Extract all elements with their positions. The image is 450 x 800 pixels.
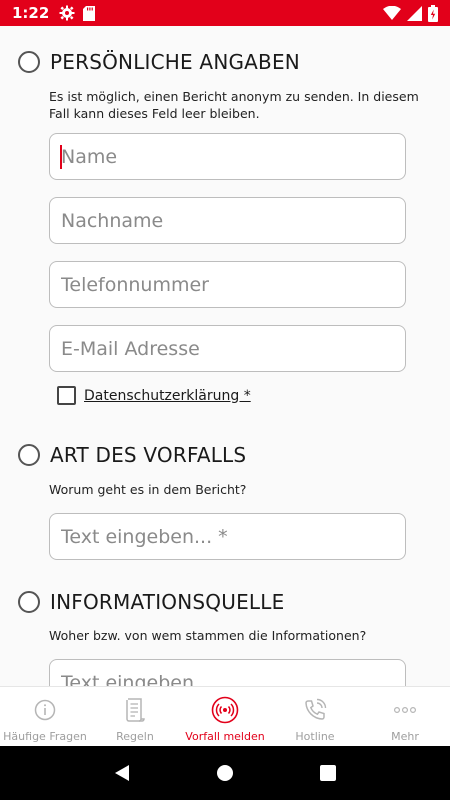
section-personal-radio[interactable] bbox=[18, 51, 40, 73]
bottom-tab-bar: Häufige Fragen Regeln Vorfall melden Hot… bbox=[0, 686, 450, 746]
source-input[interactable] bbox=[50, 660, 405, 686]
system-nav-bar bbox=[0, 746, 450, 800]
recents-icon[interactable] bbox=[308, 753, 348, 793]
report-broadcast-icon bbox=[211, 696, 239, 724]
tab-faq[interactable]: Häufige Fragen bbox=[0, 687, 90, 746]
home-icon[interactable] bbox=[205, 753, 245, 793]
signal-icon bbox=[407, 5, 422, 21]
tab-faq-label: Häufige Fragen bbox=[3, 730, 87, 743]
phone-field[interactable] bbox=[49, 261, 406, 308]
report-form[interactable]: PERSÖNLICHE ANGABEN Es ist möglich, eine… bbox=[0, 26, 450, 686]
tab-more[interactable]: Mehr bbox=[360, 687, 450, 746]
info-icon bbox=[34, 696, 56, 724]
sd-card-icon bbox=[83, 5, 96, 21]
battery-charging-icon bbox=[428, 4, 438, 22]
incident-type-field[interactable] bbox=[49, 513, 406, 560]
section-personal-description: Es ist möglich, einen Bericht anonym zu … bbox=[49, 89, 419, 121]
incident-type-input[interactable] bbox=[50, 514, 405, 559]
privacy-policy-link[interactable]: Datenschutzerklärung * bbox=[84, 388, 251, 404]
section-source-radio[interactable] bbox=[18, 591, 40, 613]
more-dots-icon bbox=[393, 696, 417, 724]
tab-hotline[interactable]: Hotline bbox=[270, 687, 360, 746]
rules-scroll-icon bbox=[124, 696, 146, 724]
section-personal-header[interactable]: PERSÖNLICHE ANGABEN bbox=[18, 50, 300, 74]
section-incident-type-header[interactable]: ART DES VORFALLS bbox=[18, 443, 246, 467]
section-incident-type-description: Worum geht es in dem Bericht? bbox=[49, 482, 247, 497]
last-name-input[interactable] bbox=[50, 198, 405, 243]
source-field[interactable] bbox=[49, 659, 406, 686]
phone-input[interactable] bbox=[50, 262, 405, 307]
section-source-description: Woher bzw. von wem stammen die Informati… bbox=[49, 628, 367, 643]
section-personal-title: PERSÖNLICHE ANGABEN bbox=[50, 50, 300, 74]
privacy-checkbox-row[interactable]: Datenschutzerklärung * bbox=[57, 386, 251, 405]
privacy-checkbox[interactable] bbox=[57, 386, 76, 405]
last-name-field[interactable] bbox=[49, 197, 406, 244]
tab-hotline-label: Hotline bbox=[295, 730, 335, 743]
section-source-title: INFORMATIONSQUELLE bbox=[50, 590, 285, 614]
tab-rules[interactable]: Regeln bbox=[90, 687, 180, 746]
first-name-field[interactable] bbox=[49, 133, 406, 180]
tab-report-incident-label: Vorfall melden bbox=[185, 730, 265, 743]
section-incident-type-radio[interactable] bbox=[18, 444, 40, 466]
email-input[interactable] bbox=[50, 326, 405, 371]
gear-icon bbox=[59, 5, 75, 21]
section-source-header[interactable]: INFORMATIONSQUELLE bbox=[18, 590, 284, 614]
wifi-icon bbox=[383, 6, 401, 20]
tab-rules-label: Regeln bbox=[116, 730, 154, 743]
section-incident-type-title: ART DES VORFALLS bbox=[50, 443, 247, 467]
status-time: 1:22 bbox=[12, 4, 50, 22]
first-name-input[interactable] bbox=[50, 134, 405, 179]
phone-icon bbox=[303, 696, 327, 724]
email-field[interactable] bbox=[49, 325, 406, 372]
status-bar: 1:22 bbox=[0, 0, 450, 26]
back-icon[interactable] bbox=[102, 753, 142, 793]
tab-report-incident[interactable]: Vorfall melden bbox=[180, 687, 270, 746]
text-caret bbox=[60, 145, 62, 169]
tab-more-label: Mehr bbox=[391, 730, 419, 743]
